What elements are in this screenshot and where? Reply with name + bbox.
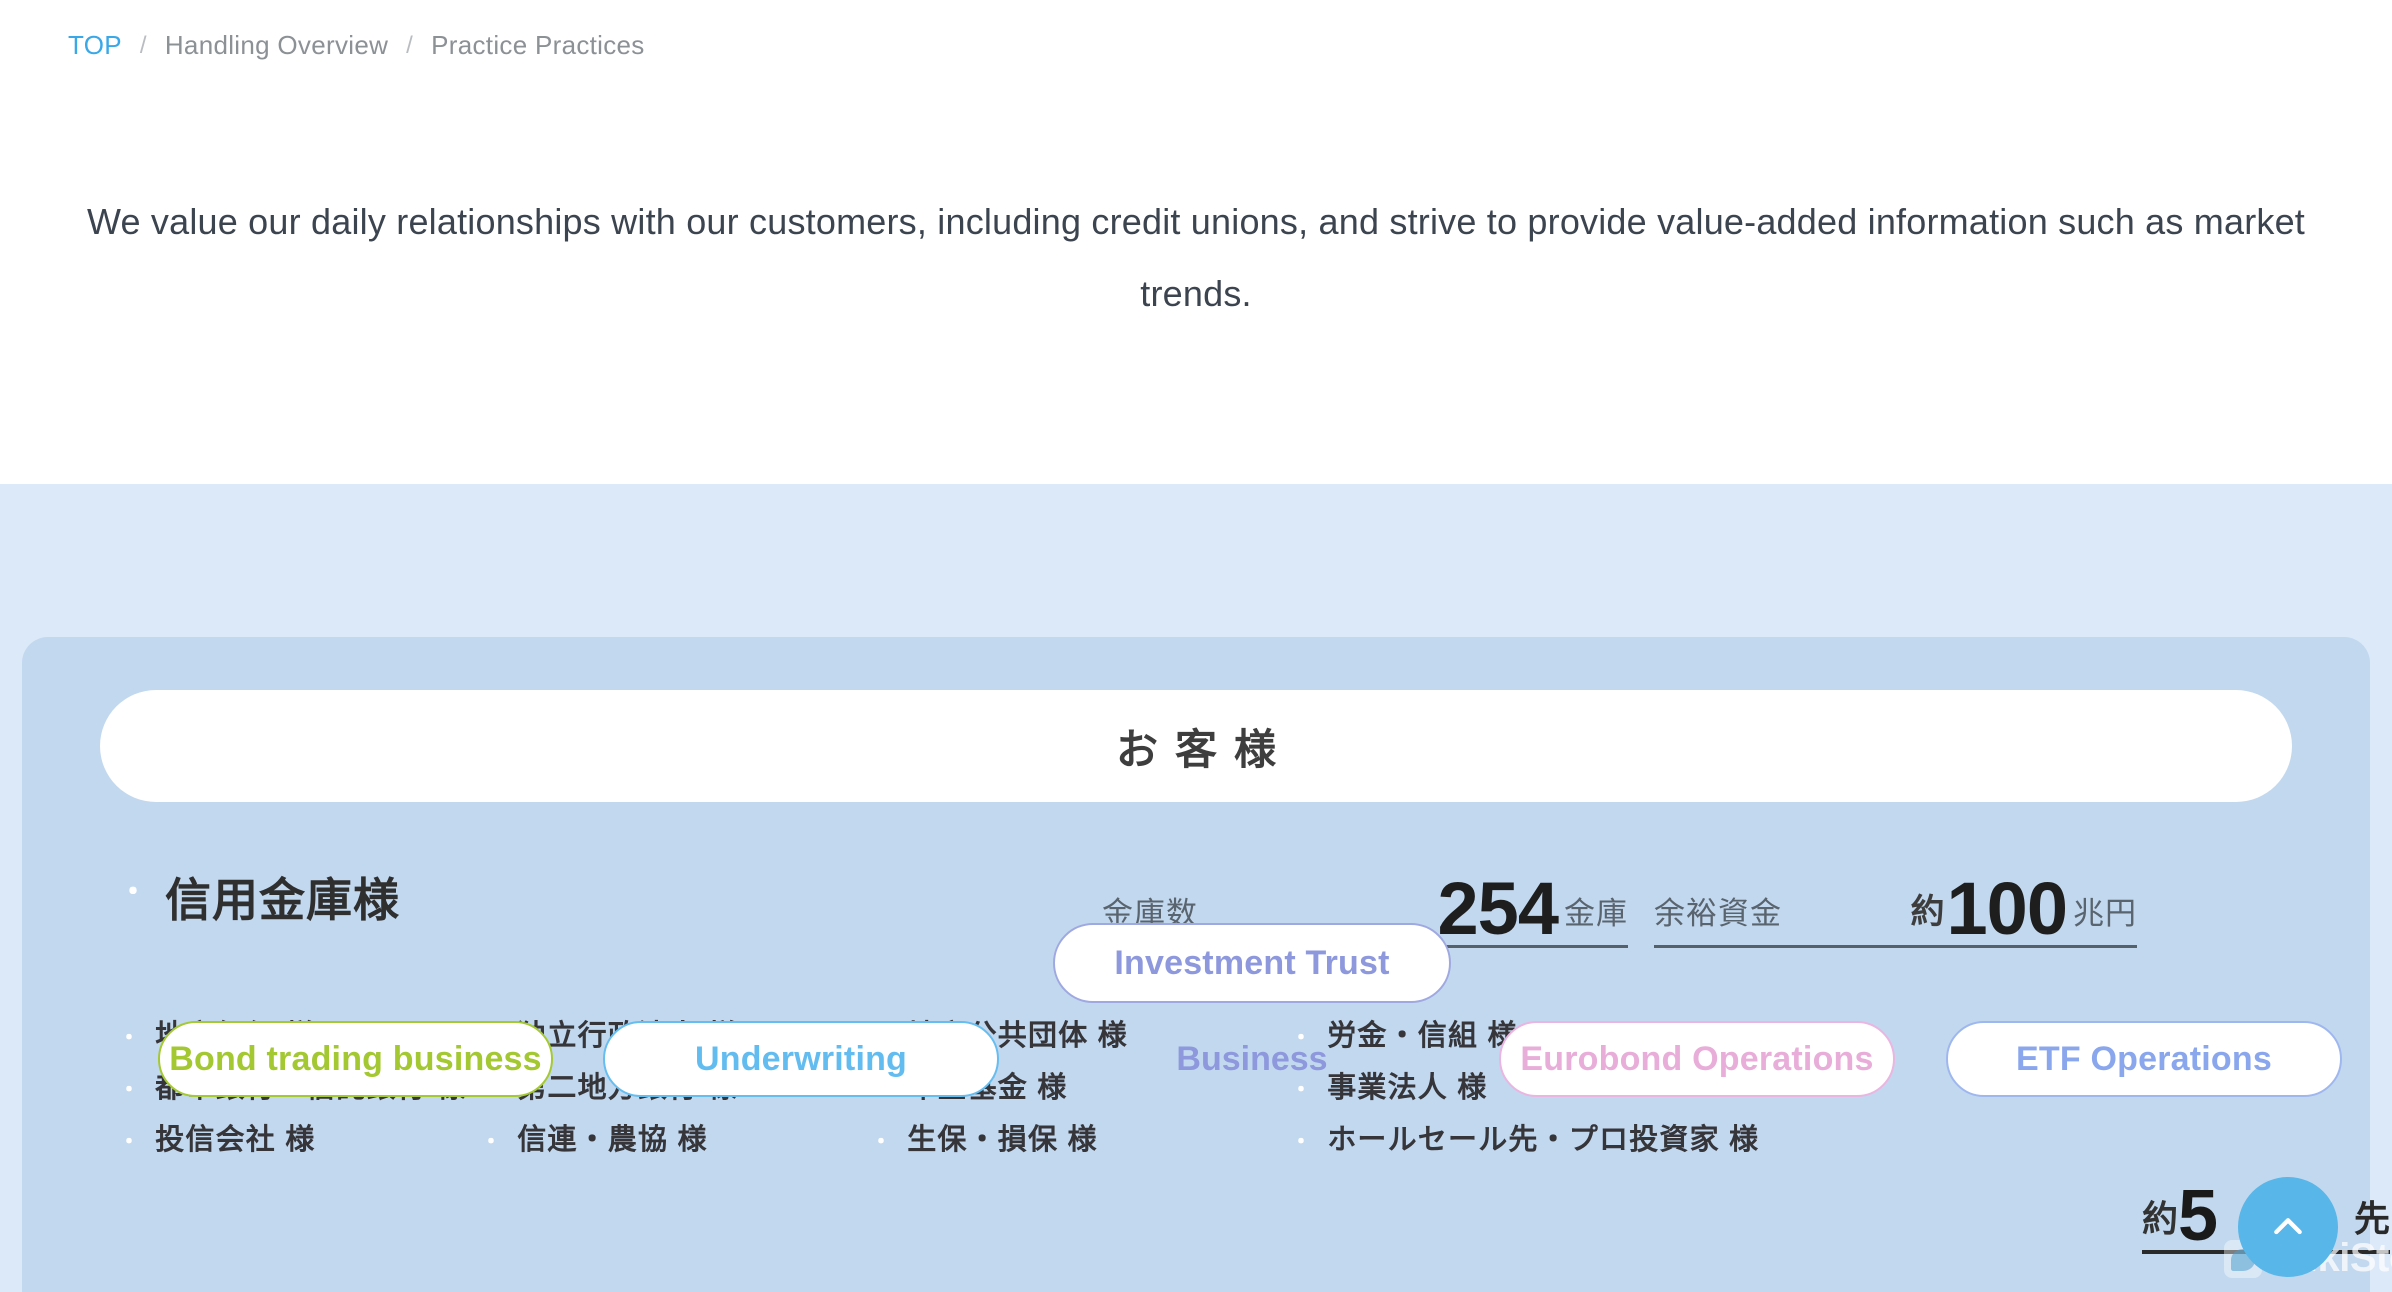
stat-surplus-funds: 余裕資金 約 100 兆円 — [1654, 867, 2137, 950]
tab-underwriting[interactable]: Underwriting — [603, 1021, 999, 1097]
stat-approx: 約 — [1910, 893, 1945, 932]
stat-unit: 金庫 — [1564, 896, 1628, 932]
list-item-label: 投信会社 様 — [155, 1124, 316, 1156]
list-item: ・ 信連・農協 様 — [480, 1116, 870, 1168]
stat-value: 100 — [1946, 867, 2068, 950]
stat-value: 254 — [1437, 867, 1559, 950]
stat-unit: 兆円 — [2073, 896, 2137, 932]
page-root: TOP / Handling Overview / Practice Pract… — [0, 0, 2392, 1292]
breadcrumb-item-handling-overview[interactable]: Handling Overview — [165, 30, 388, 61]
bullet-icon: ・ — [118, 1025, 142, 1050]
bullet-icon: ・ — [118, 876, 149, 909]
list-item-label: ホールセール先・プロ投資家 様 — [1327, 1124, 1760, 1156]
stat-approx: 約 — [2142, 1197, 2179, 1239]
scroll-to-top-button[interactable] — [2238, 1177, 2338, 1277]
breadcrumb-separator: / — [406, 31, 414, 59]
tab-etf-operations[interactable]: ETF Operations — [1946, 1021, 2342, 1097]
bullet-icon: ・ — [480, 1129, 504, 1154]
bullet-icon: ・ — [1290, 1129, 1314, 1154]
list-item-label: 生保・損保 様 — [907, 1124, 1098, 1156]
list-item: ・ 投信会社 様 — [118, 1116, 480, 1168]
customer-banner: お客様 — [100, 690, 2292, 802]
primary-customer-label: 信用金庫様 — [165, 874, 400, 926]
lead-paragraph: We value our daily relationships with ou… — [86, 201, 2306, 314]
business-tab-row: Investment Trust Bond trading business U… — [0, 484, 2392, 1097]
list-item-label: 信連・農協 様 — [517, 1124, 708, 1156]
bullet-icon: ・ — [118, 1129, 142, 1154]
tab-business[interactable]: Business — [1053, 1021, 1451, 1097]
tab-bond-trading-business[interactable]: Bond trading business — [158, 1021, 553, 1097]
stat-value: 5 — [2178, 1176, 2219, 1256]
primary-customer-name: ・ 信用金庫様 — [118, 864, 400, 930]
list-item: ・ ホールセール先・プロ投資家 様 — [1290, 1116, 1890, 1168]
breadcrumb-separator: / — [139, 31, 147, 59]
list-item: ・ 生保・損保 様 — [870, 1116, 1290, 1168]
bullet-icon: ・ — [118, 1077, 142, 1102]
bullet-icon: ・ — [870, 1129, 894, 1154]
stat-unit: 先 — [2353, 1197, 2390, 1239]
stat-label: 余裕資金 — [1654, 896, 1782, 932]
breadcrumb: TOP / Handling Overview / Practice Pract… — [68, 30, 645, 61]
tab-eurobond-operations[interactable]: Eurobond Operations — [1499, 1021, 1895, 1097]
customer-banner-title: お客様 — [1115, 725, 1293, 773]
breadcrumb-item-current: Practice Practices — [431, 30, 645, 60]
breadcrumb-item-top[interactable]: TOP — [68, 30, 122, 61]
chevron-up-icon — [2274, 1218, 2302, 1235]
tab-investment-trust[interactable]: Investment Trust — [1053, 923, 1451, 1003]
